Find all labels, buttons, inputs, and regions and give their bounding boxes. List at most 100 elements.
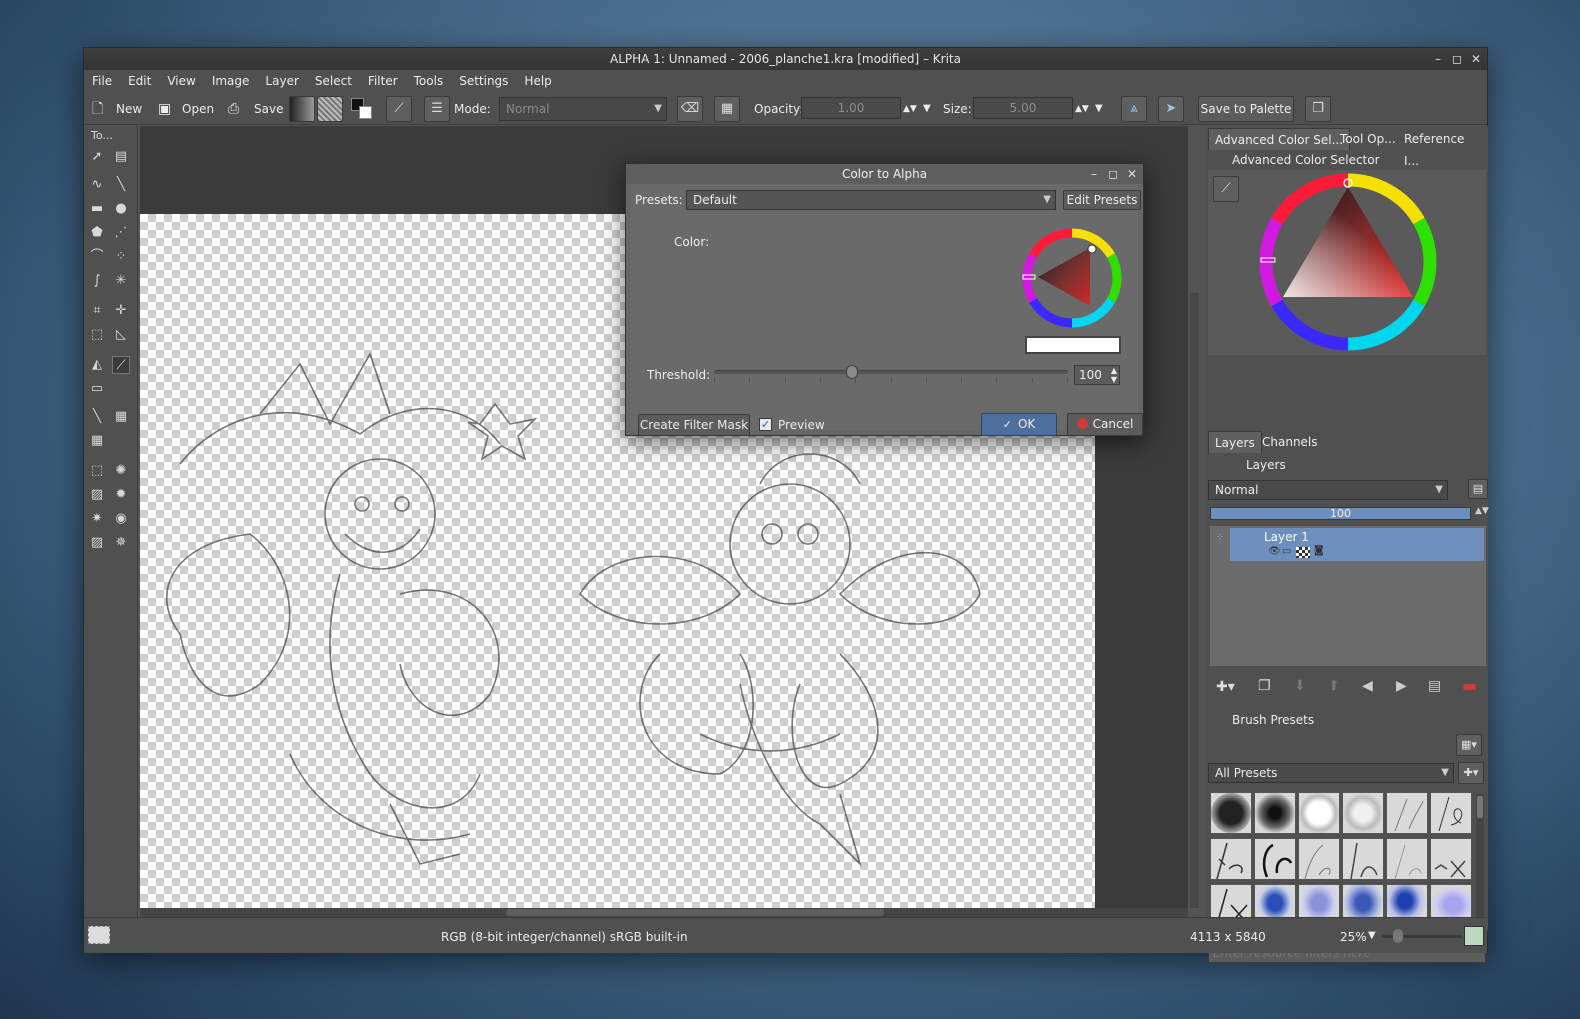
brush-preset-item[interactable]	[1254, 838, 1296, 880]
color-wheel[interactable]	[1253, 167, 1443, 357]
fill-tool-icon[interactable]: ◭	[88, 356, 106, 374]
polygon-select-icon[interactable]: ▨	[88, 486, 106, 504]
zoom-chevron-icon[interactable]: ▼	[1368, 930, 1376, 941]
brush-preset-item[interactable]	[1342, 838, 1384, 880]
move-left-icon[interactable]: ◀	[1362, 678, 1373, 694]
line-tool-icon[interactable]: ╲	[112, 176, 130, 194]
save-button[interactable]: Save	[254, 97, 283, 121]
text-tool-icon[interactable]: ▤	[112, 148, 130, 166]
tab-layers[interactable]: Layers	[1208, 431, 1262, 453]
gradient-tool-icon[interactable]: ▭	[88, 380, 106, 398]
path-tool-icon[interactable]: ⁘	[112, 248, 130, 266]
threshold-spinbox[interactable]: 100 ▲ ▼	[1074, 365, 1120, 385]
brush-preset-item[interactable]	[1254, 792, 1296, 834]
brush-preset-item[interactable]	[1430, 838, 1472, 880]
layer-blend-mode-select[interactable]: Normal ▼	[1208, 480, 1448, 500]
open-button[interactable]: Open	[182, 97, 214, 121]
brush-preset-item[interactable]	[1430, 792, 1472, 834]
brush-preset-item[interactable]	[1386, 792, 1428, 834]
zoom-slider-handle[interactable]	[1393, 929, 1403, 943]
mirror-horizontal-icon[interactable]: ⩓	[1121, 96, 1147, 122]
mirror-vertical-icon[interactable]: ➤	[1158, 96, 1184, 122]
opacity-spin-icon[interactable]: ▲▼	[903, 97, 917, 121]
layer-row[interactable]: Layer 1 👁 ▭ ◙	[1230, 528, 1484, 561]
add-layer-icon[interactable]: ✚▾	[1216, 679, 1235, 695]
tab-advanced-color-selector[interactable]: Advanced Color Sel...	[1208, 128, 1351, 150]
open-icon[interactable]: ▣	[158, 97, 171, 121]
cancel-button[interactable]: Cancel	[1067, 413, 1143, 436]
polygon-tool-icon[interactable]: ⬟	[88, 224, 106, 242]
maximize-icon[interactable]: ◻	[1448, 48, 1466, 70]
opacity-chevron-icon[interactable]: ▼	[923, 97, 931, 121]
crop-tool-icon[interactable]: ⌗	[88, 302, 106, 320]
alpha-lock-icon[interactable]	[1296, 547, 1310, 558]
menu-file[interactable]: File	[84, 70, 120, 92]
layer-list[interactable]: Layer 1 👁 ▭ ◙ ⁘	[1210, 526, 1486, 666]
zoom-level[interactable]: 25%	[1340, 930, 1367, 944]
layer-opacity-slider[interactable]: 100	[1210, 507, 1471, 520]
save-icon[interactable]: ⎙	[228, 97, 239, 121]
bezier-tool-icon[interactable]: ⌒	[88, 248, 106, 266]
magnetic-select-icon[interactable]: ✵	[112, 534, 130, 552]
rect-select-icon[interactable]: ⬚	[88, 462, 106, 480]
selected-color-swatch[interactable]	[1025, 336, 1121, 354]
threshold-slider-handle[interactable]	[846, 365, 859, 379]
edit-presets-button[interactable]: Edit Presets	[1063, 190, 1141, 210]
select-shapes-icon[interactable]: ➚	[88, 148, 106, 166]
measure-tool-icon[interactable]: ╲	[88, 408, 106, 426]
brush-preset-icon[interactable]: ⟋	[386, 96, 412, 122]
opacity-slider[interactable]: 1.00	[801, 97, 901, 119]
selection-display-icon[interactable]	[88, 926, 110, 944]
contiguous-select-icon[interactable]: ✷	[88, 510, 106, 528]
size-spin-icon[interactable]: ▲▼	[1075, 97, 1089, 121]
assistant-tool-icon[interactable]: ▦	[112, 408, 130, 426]
menu-layer[interactable]: Layer	[257, 70, 306, 92]
ellipse-select-icon[interactable]: ✺	[112, 462, 130, 480]
preset-filter-select[interactable]: All Presets ▼	[1208, 763, 1454, 783]
outline-select-icon[interactable]: ✹	[112, 486, 130, 504]
brush-preset-item[interactable]	[1298, 792, 1340, 834]
transform-tool-icon[interactable]: ⬚	[88, 326, 106, 344]
brush-preset-item[interactable]	[1210, 792, 1252, 834]
threshold-slider[interactable]	[714, 365, 1068, 379]
create-filter-mask-button[interactable]: Create Filter Mask	[638, 414, 750, 436]
color-picker-icon[interactable]: ⟋	[1213, 176, 1239, 202]
freehand-brush-icon[interactable]: ⟋	[112, 356, 130, 374]
ellipse-tool-icon[interactable]: ●	[112, 200, 130, 218]
dialog-maximize-icon[interactable]: ◻	[1104, 164, 1122, 184]
perspective-icon[interactable]: ◺	[112, 326, 130, 344]
eraser-mode-icon[interactable]: ⌫	[677, 96, 703, 122]
gradient-swatch[interactable]	[289, 96, 315, 122]
tab-reference-images[interactable]: Reference I...	[1398, 128, 1488, 168]
horizontal-scrollbar[interactable]	[140, 908, 1188, 917]
close-icon[interactable]: ✕	[1467, 48, 1485, 70]
menu-image[interactable]: Image	[204, 70, 258, 92]
brush-preset-item[interactable]	[1342, 792, 1384, 834]
presets-select[interactable]: Default ▼	[686, 190, 1056, 210]
preset-view-icon[interactable]: ▦▾	[1456, 734, 1482, 756]
similar-select-icon[interactable]: ◉	[112, 510, 130, 528]
new-document-icon[interactable]: 🗋	[92, 97, 103, 121]
brush-preset-item[interactable]	[1386, 838, 1428, 880]
brush-preset-item[interactable]	[1298, 838, 1340, 880]
move-layer-down-icon[interactable]: ⬇	[1294, 678, 1306, 694]
preset-scrollbar[interactable]	[1476, 794, 1484, 930]
pattern-swatch[interactable]	[317, 96, 343, 122]
vertical-scrollbar[interactable]	[1190, 293, 1199, 908]
fg-bg-color-icon[interactable]	[349, 96, 375, 122]
spin-arrows-icon[interactable]: ▲ ▼	[1111, 366, 1117, 384]
workspace-icon[interactable]: ❐	[1305, 96, 1331, 122]
grid-tool-icon[interactable]: ▦	[88, 432, 106, 450]
dialog-color-wheel[interactable]	[1020, 226, 1124, 330]
size-chevron-icon[interactable]: ▼	[1095, 97, 1103, 121]
tab-channels[interactable]: Channels	[1256, 431, 1324, 453]
polyline-tool-icon[interactable]: ⋰	[112, 224, 130, 242]
ok-button[interactable]: ✓ OK	[981, 413, 1057, 436]
menu-filter[interactable]: Filter	[360, 70, 406, 92]
brush-settings-icon[interactable]: ☰	[424, 96, 450, 122]
bezier-select-icon[interactable]: ▨	[88, 534, 106, 552]
canvas-preview-icon[interactable]	[1464, 926, 1484, 946]
layer-view-options-icon[interactable]: ▤	[1468, 479, 1488, 499]
add-tag-icon[interactable]: ✚▾	[1458, 762, 1484, 784]
blend-mode-select[interactable]: Normal ▼	[499, 97, 667, 121]
